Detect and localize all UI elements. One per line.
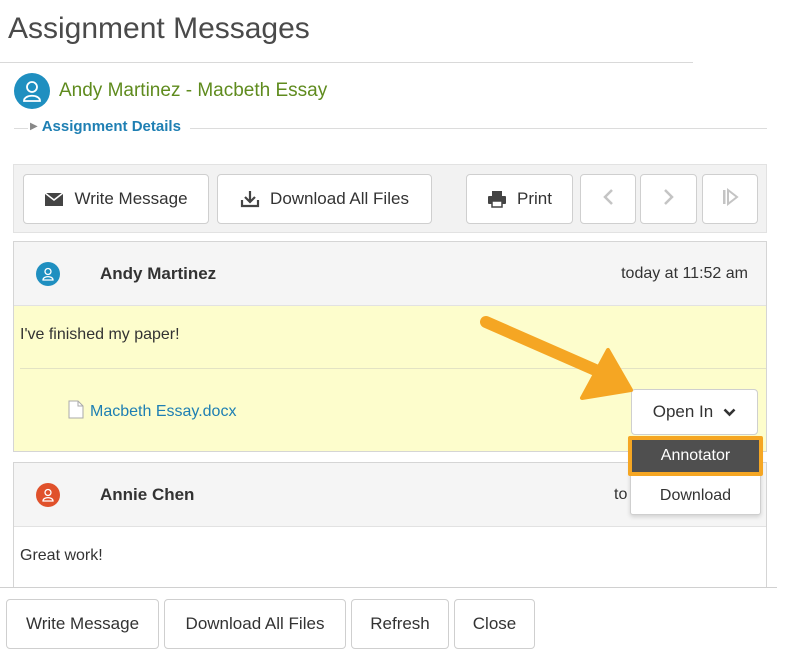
triangle-right-icon: ▶ (30, 121, 38, 132)
chevron-right-icon (663, 188, 675, 211)
message-text: Great work! (20, 547, 103, 564)
attachment-link[interactable]: Macbeth Essay.docx (90, 403, 236, 421)
assignment-title: Andy Martinez - Macbeth Essay (59, 80, 328, 101)
details-divider-right (190, 128, 767, 129)
message-divider (20, 368, 766, 369)
assignment-header: Andy Martinez - Macbeth Essay (14, 73, 327, 109)
next-button[interactable] (640, 174, 697, 224)
chevron-left-icon (602, 188, 614, 211)
download-all-files-button[interactable]: Download All Files (217, 174, 432, 224)
assignment-messages-page: Assignment Messages Andy Martinez - Macb… (0, 0, 787, 658)
message-author: Annie Chen (100, 485, 195, 504)
page-title: Assignment Messages (8, 12, 310, 45)
envelope-icon (44, 191, 64, 207)
assignment-details-label[interactable]: Assignment Details (42, 118, 181, 135)
refresh-button[interactable]: Refresh (351, 599, 449, 649)
print-button[interactable]: Print (466, 174, 573, 224)
open-in-dropdown: Annotator Download (628, 436, 763, 515)
last-button[interactable] (702, 174, 758, 224)
attachment: Macbeth Essay.docx (68, 400, 236, 424)
chevron-down-icon (723, 402, 736, 422)
printer-icon (487, 190, 507, 208)
open-in-label: Open In (652, 402, 714, 421)
download-all-files-label: Download All Files (270, 189, 409, 208)
message-timestamp: today at 11:52 am (621, 265, 748, 282)
message-text: I've finished my paper! (20, 326, 180, 343)
download-icon (240, 190, 260, 208)
menu-item-download[interactable]: Download (631, 487, 760, 505)
title-divider (0, 62, 693, 63)
annotator-highlight: Annotator (628, 436, 763, 476)
file-icon (68, 400, 84, 424)
details-divider-left (14, 128, 28, 129)
menu-item-annotator[interactable]: Annotator (632, 440, 759, 472)
user-avatar-icon (36, 483, 60, 507)
message-toolbar: Write Message Download All Files Print (13, 164, 767, 233)
skip-end-icon (721, 187, 739, 211)
assignment-details-row: ▶ Assignment Details (14, 118, 767, 138)
previous-button[interactable] (580, 174, 636, 224)
footer-write-message-button[interactable]: Write Message (6, 599, 159, 649)
close-button[interactable]: Close (454, 599, 535, 649)
refresh-label: Refresh (370, 614, 430, 633)
print-label: Print (517, 189, 552, 208)
write-message-button[interactable]: Write Message (23, 174, 209, 224)
message-header: Andy Martinez today at 11:52 am (14, 242, 766, 306)
open-in-button[interactable]: Open In (631, 389, 758, 435)
message-timestamp: to (614, 486, 628, 503)
message-author: Andy Martinez (100, 264, 217, 283)
footer-write-message-label: Write Message (25, 614, 140, 633)
user-avatar-icon (14, 73, 50, 109)
write-message-label: Write Message (74, 189, 188, 208)
close-label: Close (472, 614, 517, 633)
footer-divider (0, 587, 777, 588)
user-avatar-icon (36, 262, 60, 286)
footer-download-all-files-label: Download All Files (185, 614, 325, 633)
footer-download-all-files-button[interactable]: Download All Files (164, 599, 346, 649)
assignment-details-toggle[interactable]: ▶ Assignment Details (30, 118, 185, 135)
